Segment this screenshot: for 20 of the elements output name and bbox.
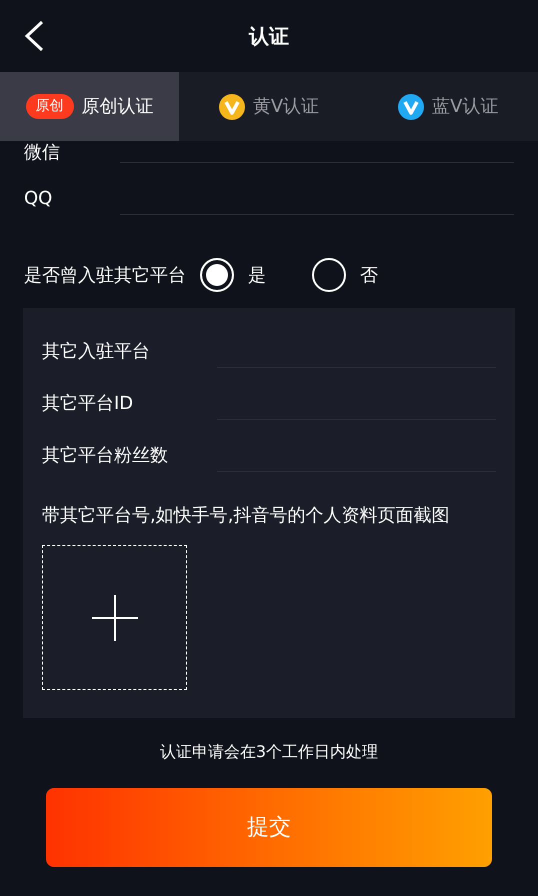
tag: 原创 [26, 94, 74, 119]
field-label: 其它平台ID [42, 394, 134, 416]
back-icon[interactable] [22, 20, 46, 52]
upload-button[interactable] [42, 545, 187, 690]
tab[interactable]: 黄V认证 [179, 72, 359, 141]
radio-label[interactable]: 是 [248, 262, 266, 288]
field-label: 其它入驻平台 [42, 342, 151, 364]
tab[interactable]: 蓝V认证 [358, 72, 538, 141]
notice-text: 认证申请会在3个工作日内处理 [158, 741, 380, 763]
question-label: 是否曾入驻其它平台 [24, 264, 186, 288]
upload-hint: 带其它平台号,如快手号,抖音号的个人资料页面截图 [42, 504, 450, 528]
tab[interactable]: 原创 原创认证 [0, 72, 180, 141]
field-label: QQ [24, 189, 54, 211]
radio-label[interactable]: 否 [360, 262, 378, 288]
plus-icon [90, 594, 138, 642]
field-label: 微信 [24, 143, 61, 163]
radio-button[interactable] [312, 258, 346, 292]
field-label: 其它平台粉丝数 [42, 446, 169, 468]
radio-button[interactable] [200, 258, 234, 292]
page-title: 认证 [249, 23, 289, 50]
